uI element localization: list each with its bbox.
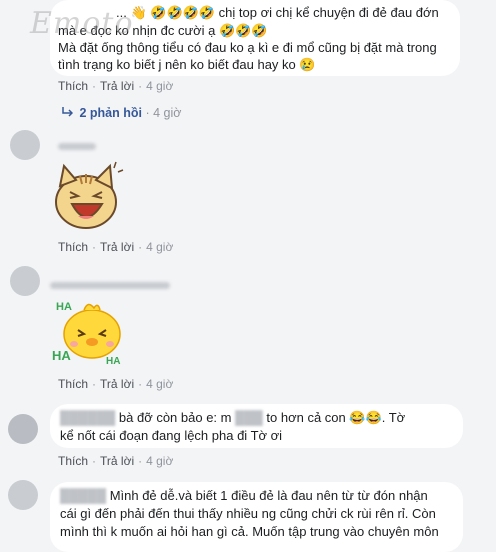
comment-1-line-4: tình trạng ko biết j nên ko biết đau hay…: [58, 56, 316, 74]
like-link[interactable]: Thích: [58, 79, 88, 93]
wave-emoji-icon: 👋: [130, 5, 147, 20]
timestamp[interactable]: 4 giờ: [146, 79, 173, 93]
replies-count: 2 phản hồi: [79, 106, 142, 120]
comment-bubble-5: █████ Mình đẻ dễ.và biết 1 điều đẻ là đa…: [50, 482, 463, 552]
comment-5-line-1: █████ Mình đẻ dễ.và biết 1 điều đẻ là đa…: [60, 487, 428, 505]
ha-text-3: HA: [106, 356, 120, 367]
blurred-name: █████: [60, 488, 107, 503]
avatar[interactable]: [10, 266, 40, 296]
chick-ha-ha-sticker: HA HA HA: [48, 294, 132, 370]
comment-2-actions: Thích · Trả lời · 4 giờ: [58, 240, 174, 254]
cat-laughing-sticker: [44, 158, 124, 238]
comment-1-text-4: tình trạng ko biết j nên ko biết đau hay…: [58, 57, 296, 72]
like-link[interactable]: Thích: [58, 377, 88, 391]
comment-1-text-2: mà e đọc ko nhịn đc cười ạ: [58, 23, 216, 38]
sad-emoji-icon: 😢: [299, 57, 316, 72]
avatar[interactable]: [8, 414, 38, 444]
reply-arrow-icon: [62, 106, 76, 120]
comment-bubble-4: ██████ bà đỡ còn bảo e: m ███ to hơn cả …: [50, 404, 463, 448]
comment-4-actions: Thích · Trả lời · 4 giờ: [58, 454, 174, 468]
reply-link[interactable]: Trả lời: [100, 240, 134, 254]
ha-text-1: HA: [56, 301, 72, 313]
comment-3-actions: Thích · Trả lời · 4 giờ: [58, 377, 174, 391]
comment-1-line-2: mà e đọc ko nhịn đc cười ạ 🤣🤣🤣: [58, 22, 268, 40]
reply-link[interactable]: Trả lời: [100, 377, 134, 391]
laugh-emoji-icon: 🤣🤣🤣: [219, 23, 268, 38]
timestamp[interactable]: 4 giờ: [146, 240, 173, 254]
ha-text-2: HA: [52, 348, 71, 363]
comment-5-line-2: cái gì đến phải đến thui thấy nhiều ng c…: [60, 506, 436, 521]
comment-4-line-1: ██████ bà đỡ còn bảo e: m ███ to hơn cả …: [60, 409, 405, 427]
comment-1-text-1: chị top ơi chị kể chuyện đi đẻ đau đớn: [218, 5, 439, 20]
comment-4-text-a: bà đỡ còn bảo e: m: [118, 410, 232, 425]
blurred-name: ██████: [60, 410, 116, 425]
comment-4-text-c: . Tờ: [381, 410, 406, 425]
comment-1-line-1: ... 👋 🤣🤣🤣🤣 chị top ơi chị kể chuyện đi đ…: [116, 4, 439, 22]
comment-1-line-3: Mà đặt ống thông tiểu có đau ko ạ kì e đ…: [58, 40, 437, 55]
comment-4-line-2: kể nốt cái đoạn đang lệch pha đi Tờ ơi: [60, 428, 283, 443]
timestamp[interactable]: 4 giờ: [146, 377, 173, 391]
timestamp[interactable]: 4 giờ: [146, 454, 173, 468]
avatar[interactable]: [8, 480, 38, 510]
reply-link[interactable]: Trả lời: [100, 454, 134, 468]
blurred-word: ███: [235, 410, 263, 425]
view-replies-link[interactable]: 2 phản hồi · 4 giờ: [62, 106, 181, 120]
laugh-tears-emoji-icon: 😂😂: [349, 410, 382, 425]
avatar[interactable]: [10, 130, 40, 160]
comment-5-text-1: Mình đẻ dễ.và biết 1 điều đẻ là đau nên …: [109, 488, 428, 503]
commenter-name-blurred: [50, 282, 170, 289]
comment-5-line-3: mình thì k muốn ai hỏi han gì cả. Muốn t…: [60, 524, 439, 539]
comment-4-text-b: to hơn cả con: [266, 410, 346, 425]
like-link[interactable]: Thích: [58, 454, 88, 468]
replies-time: 4 giờ: [153, 106, 182, 120]
commenter-name-blurred: [58, 143, 96, 150]
comment-1-actions: Thích · Trả lời · 4 giờ: [58, 79, 174, 93]
ellipsis-text: ...: [116, 5, 127, 20]
laugh-emoji-icon: 🤣🤣🤣🤣: [150, 5, 216, 20]
like-link[interactable]: Thích: [58, 240, 88, 254]
reply-link[interactable]: Trả lời: [100, 79, 134, 93]
comment-bubble-1: ... 👋 🤣🤣🤣🤣 chị top ơi chị kể chuyện đi đ…: [50, 0, 460, 76]
